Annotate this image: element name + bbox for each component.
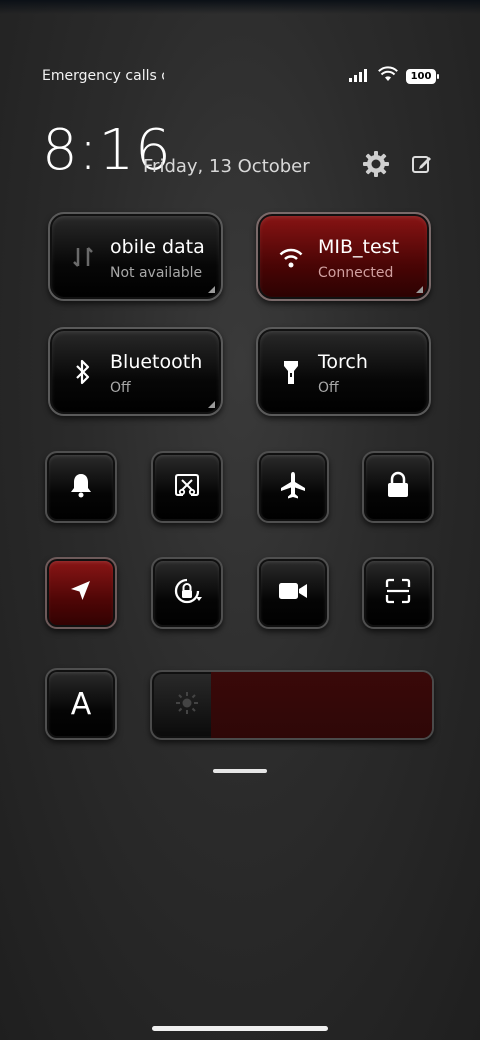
location-icon: [68, 578, 94, 608]
wifi-status-icon: [378, 66, 398, 86]
tile-title: Bluetooth: [110, 351, 203, 373]
tile-title: obile data: [110, 236, 205, 258]
video-camera-icon: [278, 580, 308, 606]
panel-drag-handle[interactable]: [213, 769, 267, 773]
lock-icon: [386, 471, 410, 503]
battery-icon: 100: [406, 68, 439, 84]
tile-subtitle: Not available: [110, 265, 203, 281]
bell-icon: [68, 471, 94, 503]
tile-mobile-data[interactable]: obile data Not available: [48, 212, 223, 301]
mobile-data-icon: [68, 242, 98, 272]
tile-subtitle: Off: [110, 380, 131, 396]
toggle-location[interactable]: [45, 557, 117, 629]
carrier-text: Emergency calls o: [42, 68, 164, 84]
auto-brightness-label: A: [70, 686, 92, 722]
toggle-scanner[interactable]: [362, 557, 434, 629]
settings-gear-icon[interactable]: [360, 148, 392, 180]
toggle-airplane[interactable]: [257, 451, 329, 523]
expand-corner-icon: [208, 401, 215, 408]
brightness-fill: [210, 672, 432, 738]
status-icons: 100: [348, 66, 439, 86]
tile-title: Torch: [318, 351, 368, 373]
sun-icon: [174, 690, 200, 720]
airplane-icon: [278, 470, 308, 504]
expand-corner-icon: [416, 286, 423, 293]
home-indicator[interactable]: [152, 1026, 328, 1031]
tile-torch[interactable]: Torch Off: [256, 327, 431, 416]
toggle-lock-screen[interactable]: [362, 451, 434, 523]
expand-corner-icon: [208, 286, 215, 293]
edit-icon[interactable]: [406, 148, 438, 180]
bluetooth-icon: [68, 357, 98, 387]
tile-title: MIB_test: [318, 236, 400, 258]
tile-subtitle: Connected: [318, 265, 394, 281]
toggle-screen-recorder[interactable]: [257, 557, 329, 629]
auto-brightness-button[interactable]: A: [45, 668, 117, 740]
brightness-slider[interactable]: [150, 670, 434, 740]
toggle-screenshot[interactable]: [151, 451, 223, 523]
screenshot-icon: [173, 471, 201, 503]
toggle-sound[interactable]: [45, 451, 117, 523]
top-edge: [0, 0, 480, 14]
tile-subtitle: Off: [318, 380, 339, 396]
toggle-rotation-lock[interactable]: [151, 557, 223, 629]
signal-icon: [348, 67, 370, 86]
wifi-icon: [276, 242, 306, 272]
rotation-lock-icon: [171, 575, 203, 611]
tile-bluetooth[interactable]: Bluetooth Off: [48, 327, 223, 416]
torch-icon: [276, 357, 306, 387]
scan-icon: [384, 577, 412, 609]
tile-wifi[interactable]: MIB_test Connected: [256, 212, 431, 301]
date: Friday, 13 October: [143, 156, 310, 177]
